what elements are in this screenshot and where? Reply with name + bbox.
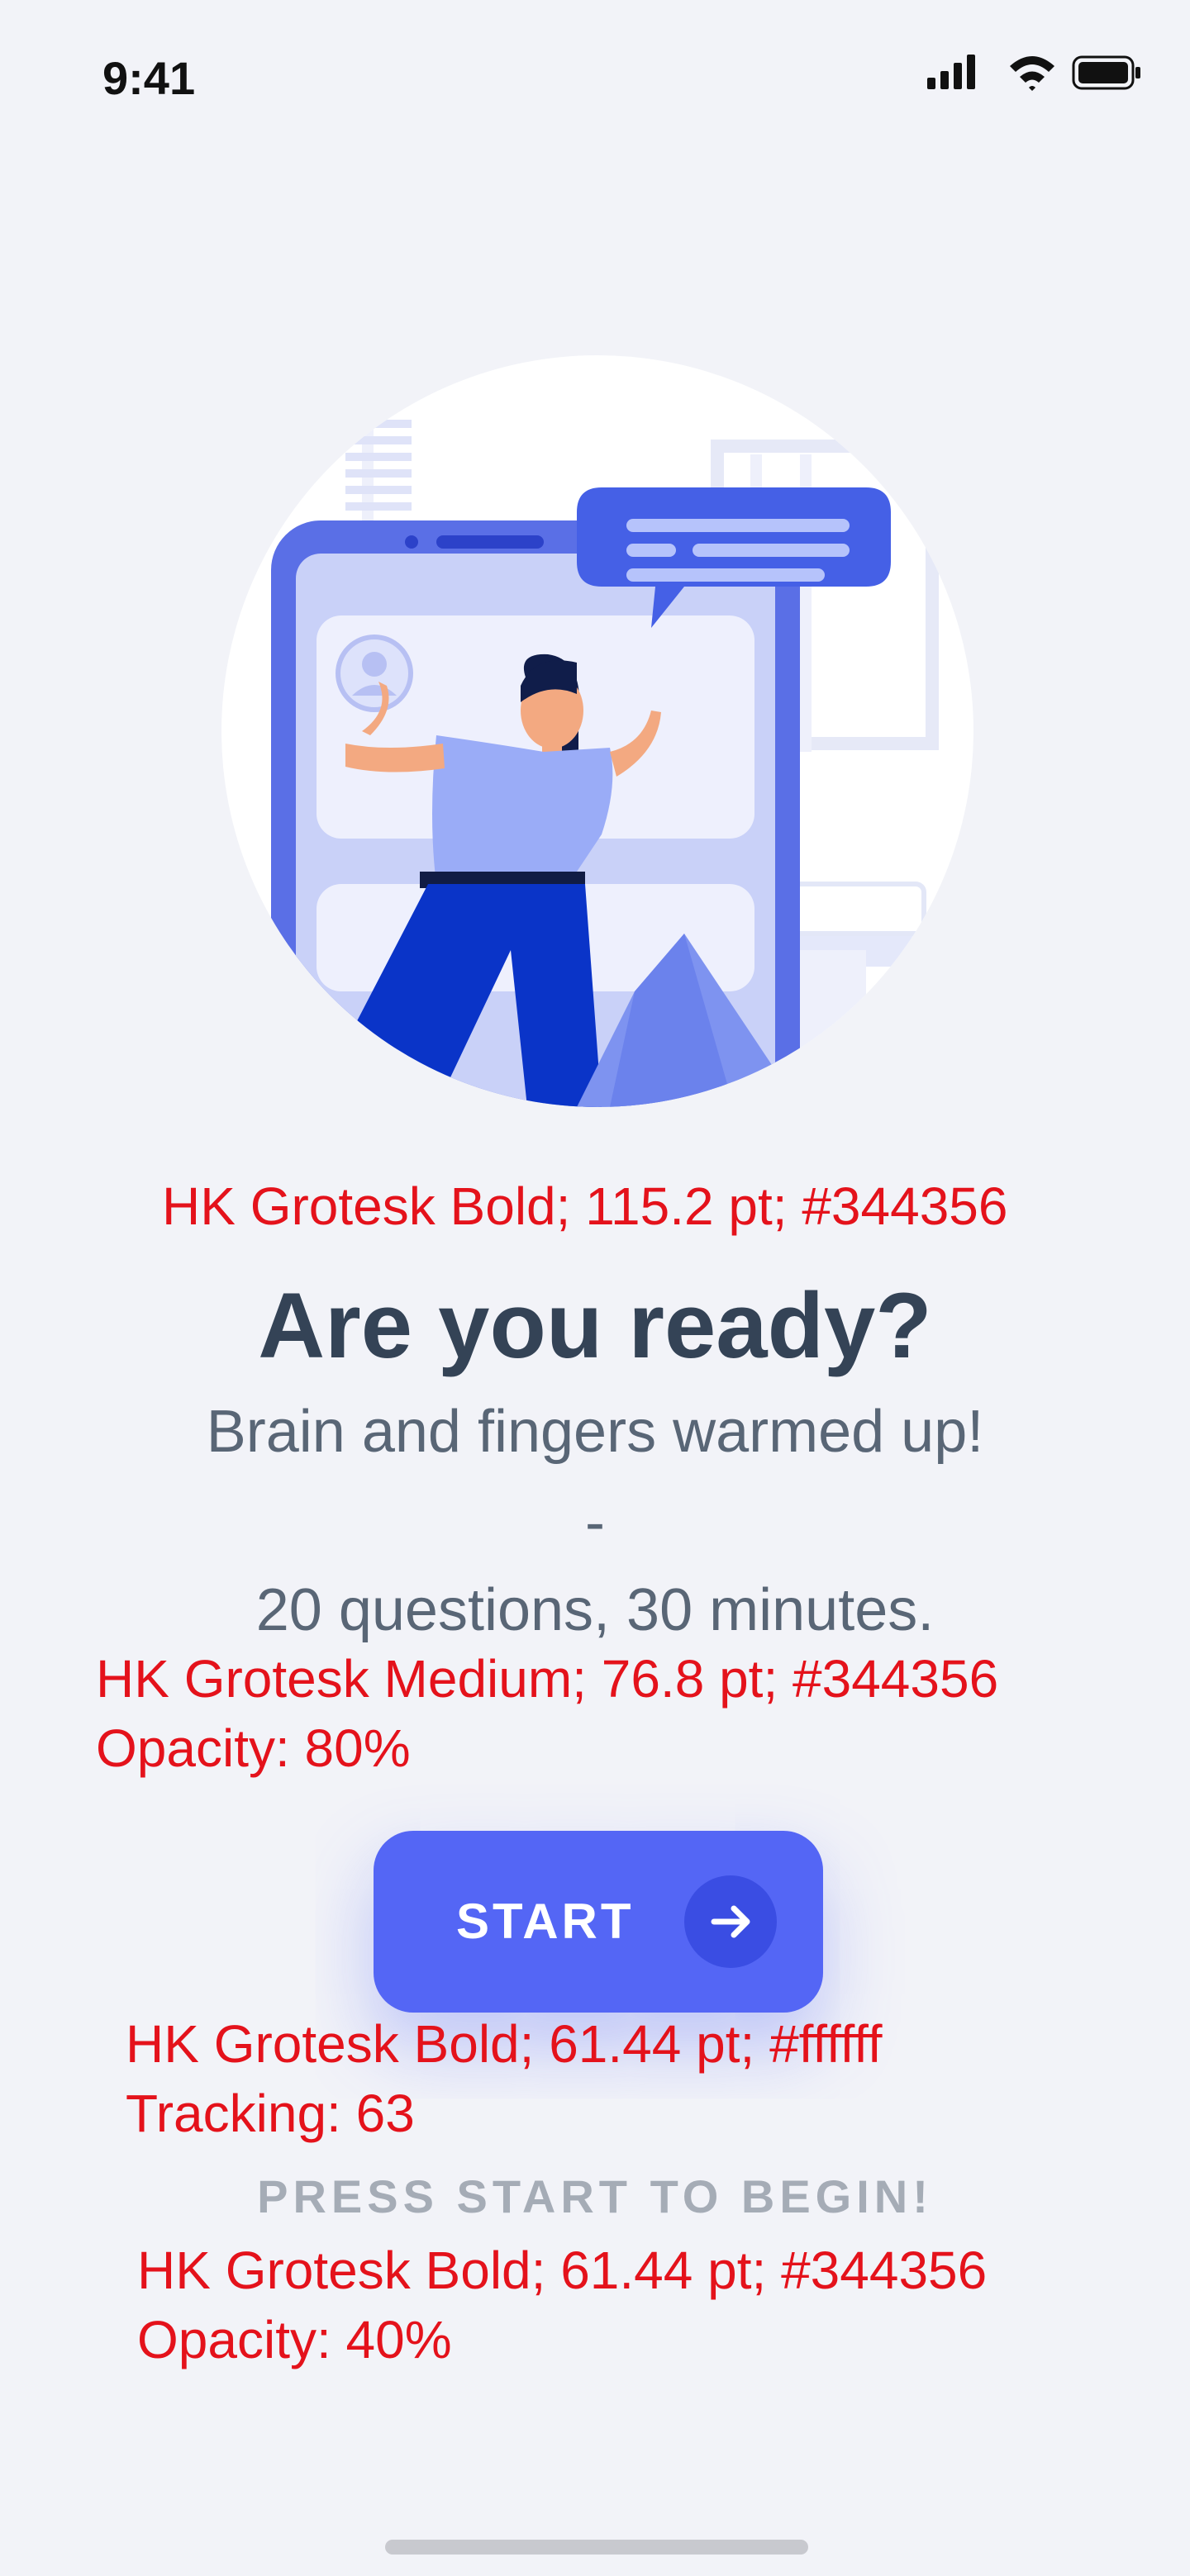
wifi-icon: [1010, 56, 1054, 91]
subtitle-line2: 20 questions, 30 minutes.: [255, 1577, 935, 1643]
hint-spec-annotation-line2: Opacity: 40%: [137, 2310, 452, 2369]
battery-icon: [1072, 55, 1140, 90]
button-spec-annotation-line2: Tracking: 63: [126, 2084, 415, 2143]
button-spec-annotation-line1: HK Grotesk Bold; 61.44 pt; #ffffff: [126, 2014, 883, 2074]
arrow-right-icon: [684, 1875, 777, 1968]
start-button-label: START: [456, 1894, 635, 1949]
subtitle-line1: Brain and fingers warmed up!: [206, 1399, 984, 1465]
status-icons-svg: [927, 55, 1140, 91]
start-button[interactable]: START: [374, 1831, 823, 2013]
hero-illustration: [221, 355, 973, 1107]
page-title: Are you ready?: [258, 1274, 932, 1377]
subtitle-spec-annotation-line1: HK Grotesk Medium; 76.8 pt; #344356: [96, 1649, 999, 1709]
status-icons: [927, 51, 1142, 97]
press-start-hint: PRESS START TO BEGIN!: [257, 2170, 933, 2222]
hint-spec-annotation-line1: HK Grotesk Bold; 61.44 pt; #344356: [137, 2241, 988, 2300]
subtitle-spec-annotation-line2: Opacity: 80%: [96, 1718, 411, 1778]
title-spec-annotation: HK Grotesk Bold; 115.2 pt; #344356: [162, 1176, 1008, 1236]
signal-icon: [927, 55, 975, 89]
home-indicator: [385, 2540, 808, 2555]
status-time: 9:41: [102, 52, 196, 104]
subtitle-dash: -: [585, 1490, 605, 1556]
